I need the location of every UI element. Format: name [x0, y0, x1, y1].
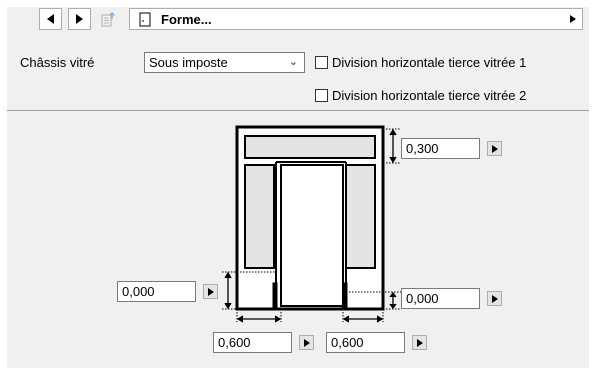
bottom-left-width-value: 0,600 — [218, 335, 251, 350]
left-offset-stepper[interactable] — [203, 284, 218, 299]
bottom-right-width-value: 0,600 — [331, 335, 364, 350]
bottom-right-width-stepper[interactable] — [412, 335, 427, 350]
bottom-left-width-input[interactable]: 0,600 — [213, 332, 292, 353]
bottom-right-width-input[interactable]: 0,600 — [326, 332, 405, 353]
play-icon — [207, 287, 214, 296]
top-height-stepper[interactable] — [487, 141, 502, 156]
play-icon — [491, 144, 498, 153]
left-side-panel — [244, 164, 275, 269]
right-offset-stepper[interactable] — [487, 291, 502, 306]
top-height-input[interactable]: 0,300 — [401, 138, 480, 159]
left-offset-input[interactable]: 0,000 — [117, 281, 196, 302]
frame-diagram — [222, 125, 401, 323]
door-leaf — [280, 164, 344, 307]
play-icon — [303, 338, 310, 347]
top-height-value: 0,300 — [406, 141, 439, 156]
bottom-left-width-stepper[interactable] — [299, 335, 314, 350]
left-offset-value: 0,000 — [122, 284, 155, 299]
right-offset-value: 0,000 — [406, 291, 439, 306]
right-side-panel — [345, 164, 376, 269]
transom-panel — [244, 135, 376, 159]
play-icon — [491, 294, 498, 303]
play-icon — [416, 338, 423, 347]
right-offset-input[interactable]: 0,000 — [401, 288, 480, 309]
